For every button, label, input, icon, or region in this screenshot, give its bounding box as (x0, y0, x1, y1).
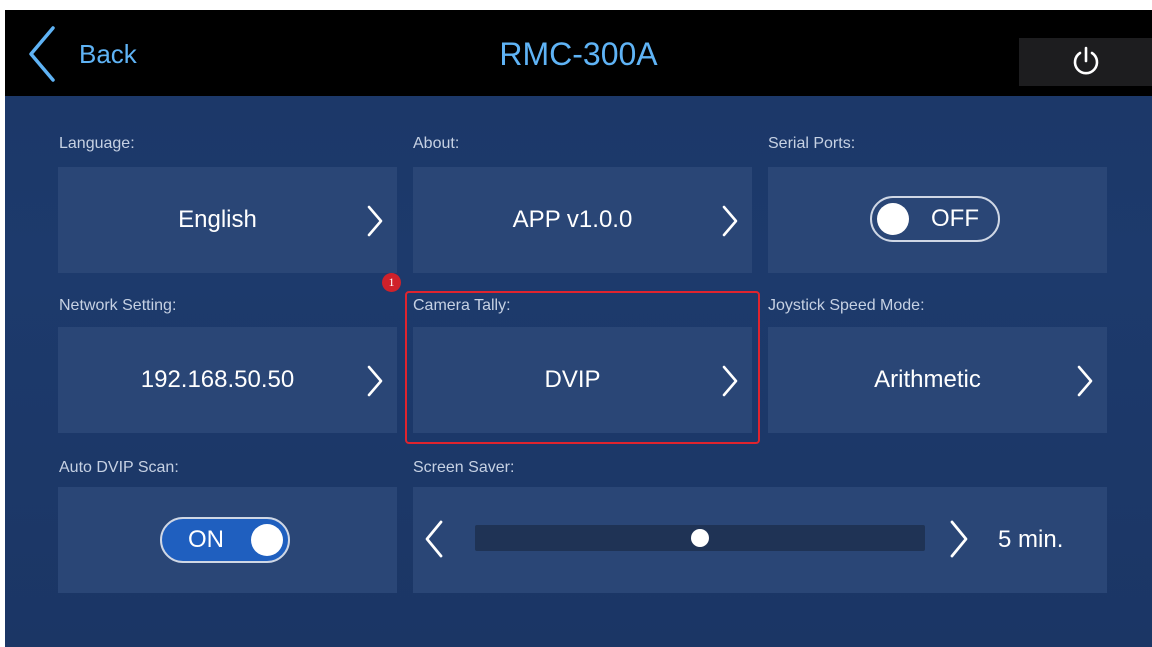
page-title: RMC-300A (499, 36, 658, 72)
toggle-knob (251, 524, 283, 556)
serial-ports-label: Serial Ports: (768, 135, 856, 152)
language-label: Language: (59, 135, 135, 152)
chevron-right-icon (722, 365, 738, 397)
chevron-right-icon[interactable] (950, 520, 968, 558)
screen-saver-value: 5 min. (998, 526, 1064, 553)
serial-ports-state: OFF (931, 205, 979, 232)
screen-saver-slider[interactable] (475, 525, 925, 551)
top-bar: Back RMC-300A (5, 10, 1152, 96)
network-value: 192.168.50.50 (140, 366, 295, 393)
app-screen: Back RMC-300A Language: English About: A… (5, 10, 1152, 647)
about-tile[interactable]: APP v1.0.0 (413, 167, 752, 273)
serial-ports-tile: OFF (768, 167, 1107, 273)
auto-dvip-state: ON (188, 526, 224, 553)
joystick-label: Joystick Speed Mode: (768, 297, 925, 314)
camera-tally-tile[interactable]: DVIP (413, 327, 752, 433)
slider-thumb[interactable] (691, 529, 709, 547)
serial-ports-toggle[interactable]: OFF (870, 196, 1000, 242)
auto-dvip-toggle[interactable]: ON (160, 517, 290, 563)
chevron-right-icon (367, 365, 383, 397)
chevron-right-icon (367, 205, 383, 237)
camera-tally-value: DVIP (544, 366, 601, 393)
power-icon (1073, 46, 1098, 75)
language-value: English (178, 206, 257, 233)
chevron-left-icon[interactable] (425, 520, 443, 558)
network-label: Network Setting: (59, 297, 177, 314)
chevron-right-icon (1077, 365, 1093, 397)
auto-dvip-tile: ON (58, 487, 397, 593)
annotation-badge: 1 (382, 273, 401, 292)
power-button[interactable] (1019, 38, 1152, 86)
camera-tally-label: Camera Tally: (413, 297, 511, 314)
about-label: About: (413, 135, 460, 152)
joystick-tile[interactable]: Arithmetic (768, 327, 1107, 433)
language-tile[interactable]: English (58, 167, 397, 273)
about-value: APP v1.0.0 (512, 206, 633, 233)
auto-dvip-label: Auto DVIP Scan: (59, 459, 179, 476)
toggle-knob (877, 203, 909, 235)
network-tile[interactable]: 192.168.50.50 (58, 327, 397, 433)
screen-saver-label: Screen Saver: (413, 459, 515, 476)
joystick-value: Arithmetic (874, 366, 981, 393)
chevron-right-icon (722, 205, 738, 237)
